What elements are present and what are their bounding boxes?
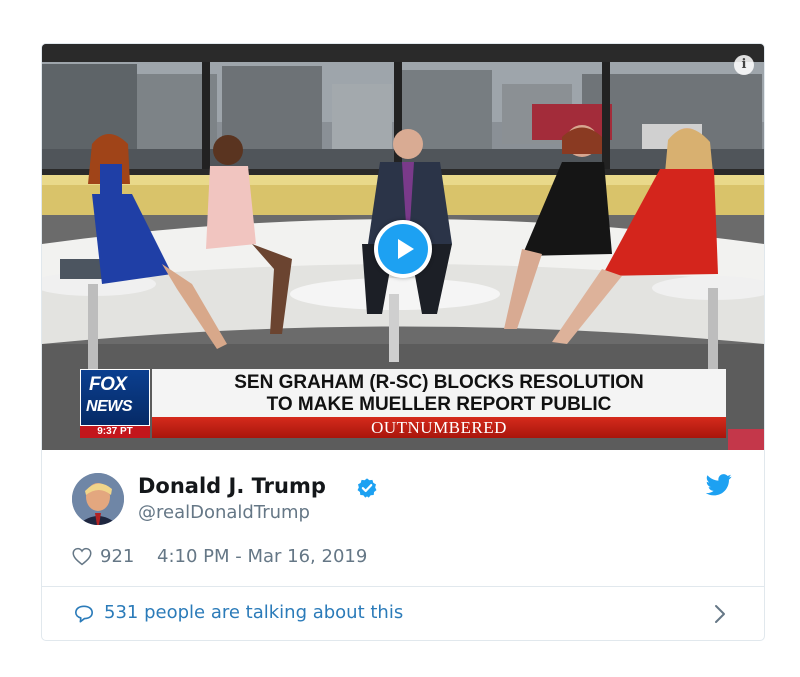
show-name: OUTNUMBERED [152, 417, 726, 438]
user-handle[interactable]: @realDonaldTrump [138, 502, 310, 523]
play-icon [378, 224, 428, 274]
heart-icon[interactable] [72, 547, 92, 566]
like-count[interactable]: 921 [100, 544, 134, 570]
avatar[interactable] [72, 473, 124, 525]
info-icon[interactable]: i [734, 55, 754, 75]
play-button[interactable] [374, 220, 432, 278]
twitter-bird-icon[interactable] [706, 474, 732, 496]
verified-badge-icon [357, 478, 377, 498]
broadcast-time: 9:37 PT [80, 426, 150, 438]
chevron-right-icon [715, 605, 725, 623]
conversation-link[interactable]: 531 people are talking about this [42, 587, 764, 640]
tweet-timestamp[interactable]: 4:10 PM - Mar 16, 2019 [157, 544, 367, 570]
tweet-card: i FOX NEWS 9:37 PT SEN GRAHAM (R-SC) BLO… [41, 43, 765, 641]
avatar-image [72, 473, 124, 525]
comment-icon [75, 605, 93, 623]
news-chyron: FOX NEWS 9:37 PT SEN GRAHAM (R-SC) BLOCK… [80, 369, 726, 439]
headline-line2: TO MAKE MUELLER REPORT PUBLIC [266, 394, 612, 415]
network-line2: NEWS [86, 398, 133, 415]
fox-news-logo: FOX NEWS [80, 369, 150, 426]
network-line1: FOX [89, 374, 127, 395]
chyron-headline: SEN GRAHAM (R-SC) BLOCKS RESOLUTION TO M… [152, 369, 726, 417]
video-player[interactable]: i FOX NEWS 9:37 PT SEN GRAHAM (R-SC) BLO… [42, 44, 764, 450]
display-name[interactable]: Donald J. Trump [138, 474, 326, 498]
headline-line1: SEN GRAHAM (R-SC) BLOCKS RESOLUTION [234, 372, 644, 393]
conversation-text: 531 people are talking about this [104, 602, 404, 623]
